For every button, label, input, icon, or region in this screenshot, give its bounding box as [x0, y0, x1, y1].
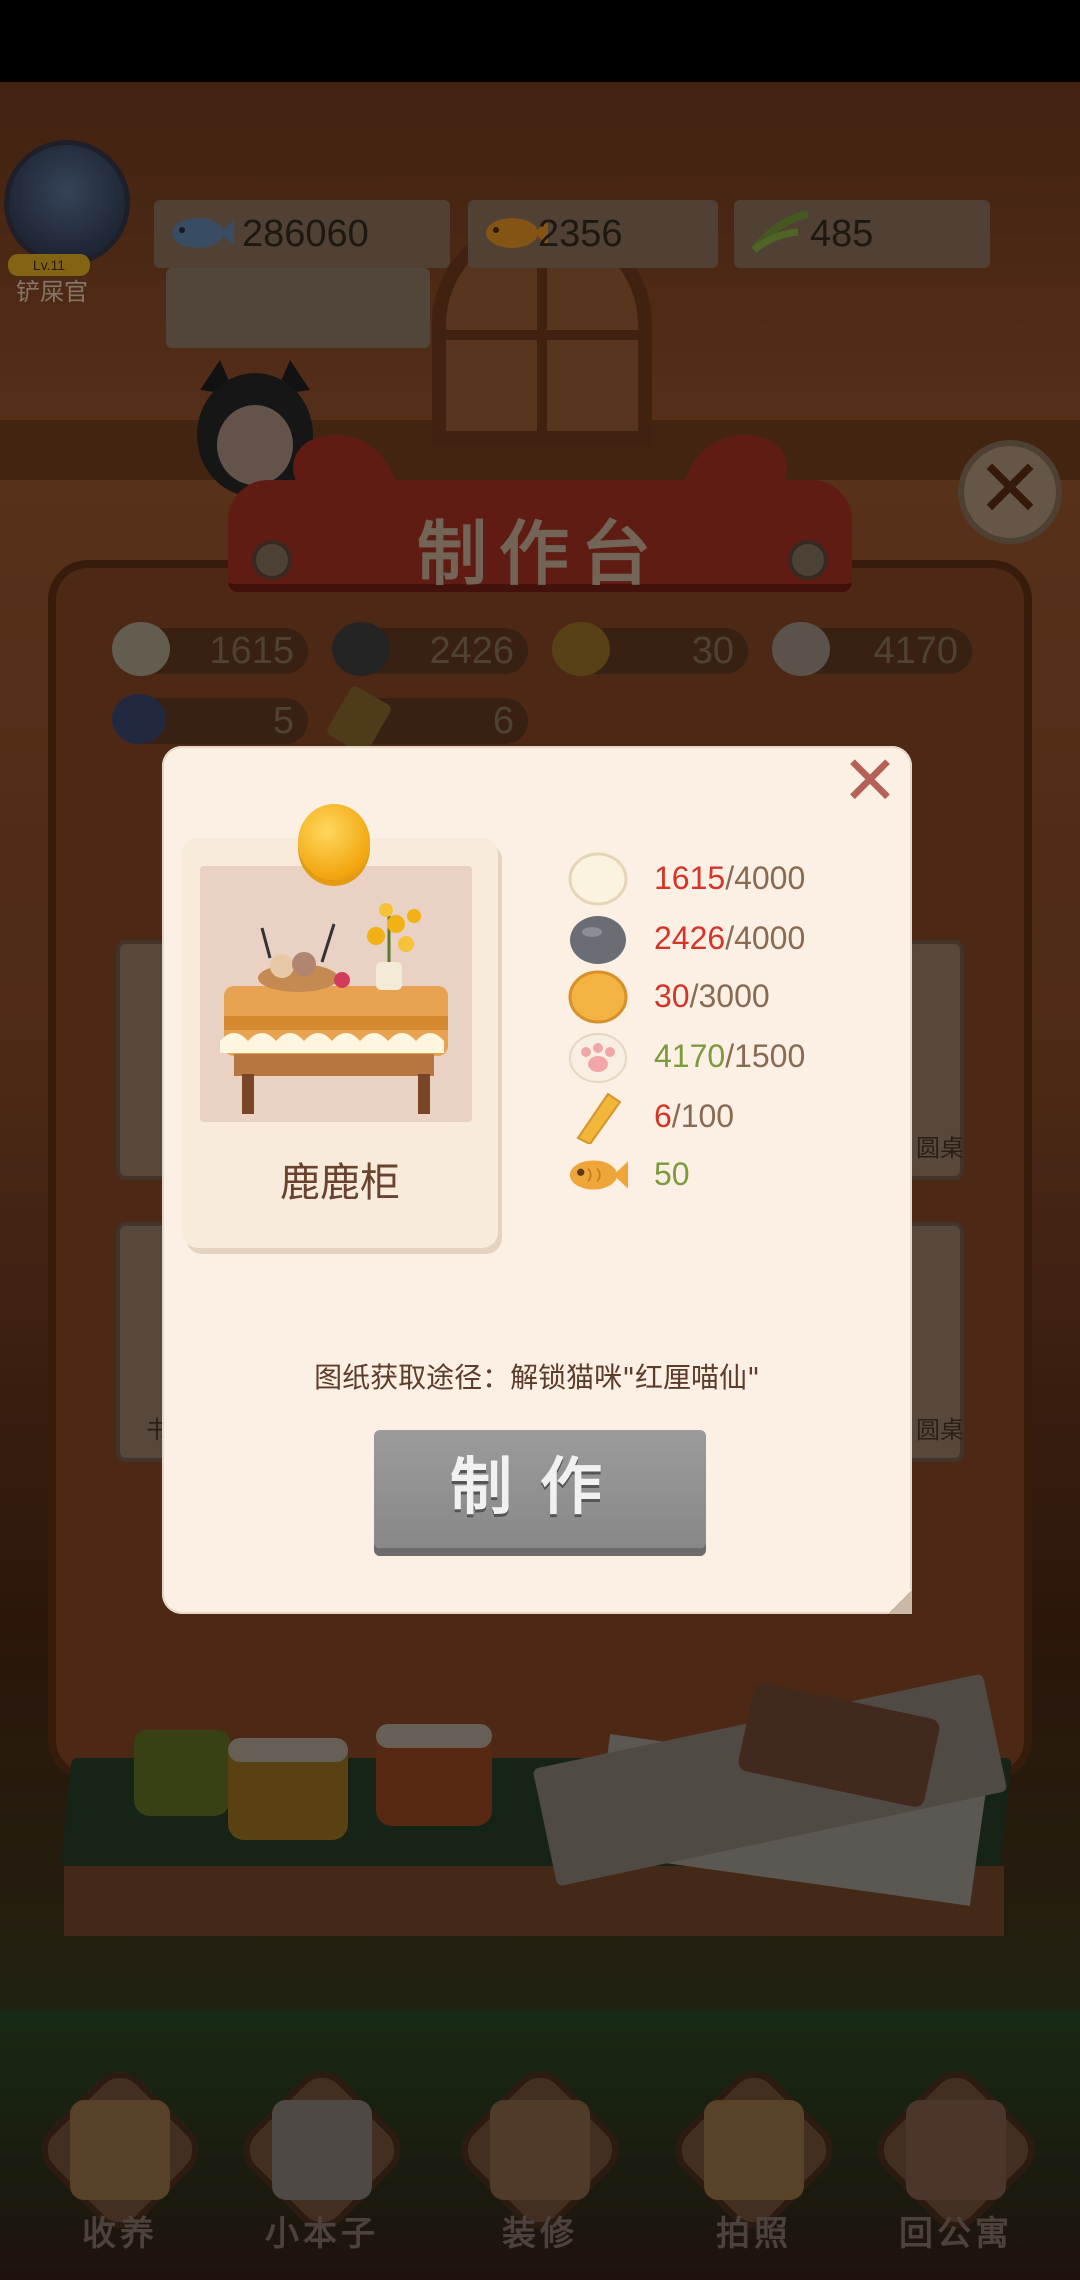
status-bar: [0, 0, 1080, 82]
requirement-row: 30/3000: [568, 970, 888, 1026]
requirement-have: 50: [654, 1156, 690, 1192]
dough-ball-icon: [568, 970, 628, 1024]
gold-pin-icon: [298, 804, 370, 880]
requirement-have: 30: [654, 978, 690, 1014]
requirement-have: 4170: [654, 1038, 726, 1074]
requirement-row: 50: [568, 1148, 888, 1204]
requirement-have: 1615: [654, 860, 726, 896]
requirement-need: /4000: [725, 860, 806, 896]
requirement-need: /4000: [725, 920, 806, 956]
make-button[interactable]: 制作: [374, 1430, 706, 1548]
requirement-need: /3000: [689, 978, 770, 1014]
requirement-row: 6/100: [568, 1090, 888, 1146]
requirement-row: 2426/4000: [568, 912, 888, 968]
cabinet-illustration: [220, 903, 448, 1114]
requirement-have: 2426: [654, 920, 726, 956]
gold-fish-icon: [569, 1160, 628, 1190]
requirement-row: 1615/4000: [568, 852, 888, 908]
blueprint-source-text: 图纸获取途径：解锁猫咪"红厘喵仙": [314, 1361, 760, 1394]
stone-icon: [570, 916, 626, 964]
item-name: 鹿鹿柜: [280, 1160, 400, 1206]
requirement-need: /100: [671, 1098, 735, 1134]
gold-bar-icon: [576, 1092, 622, 1144]
requirement-row: 4170/1500: [568, 1030, 888, 1086]
item-image: [200, 866, 472, 1122]
modal-close-button[interactable]: ✕: [838, 748, 902, 816]
paw-icon: [569, 1033, 627, 1083]
requirement-have: 6: [654, 1098, 672, 1134]
cotton-ball-icon: [568, 852, 628, 906]
requirement-need: /1500: [725, 1038, 806, 1074]
